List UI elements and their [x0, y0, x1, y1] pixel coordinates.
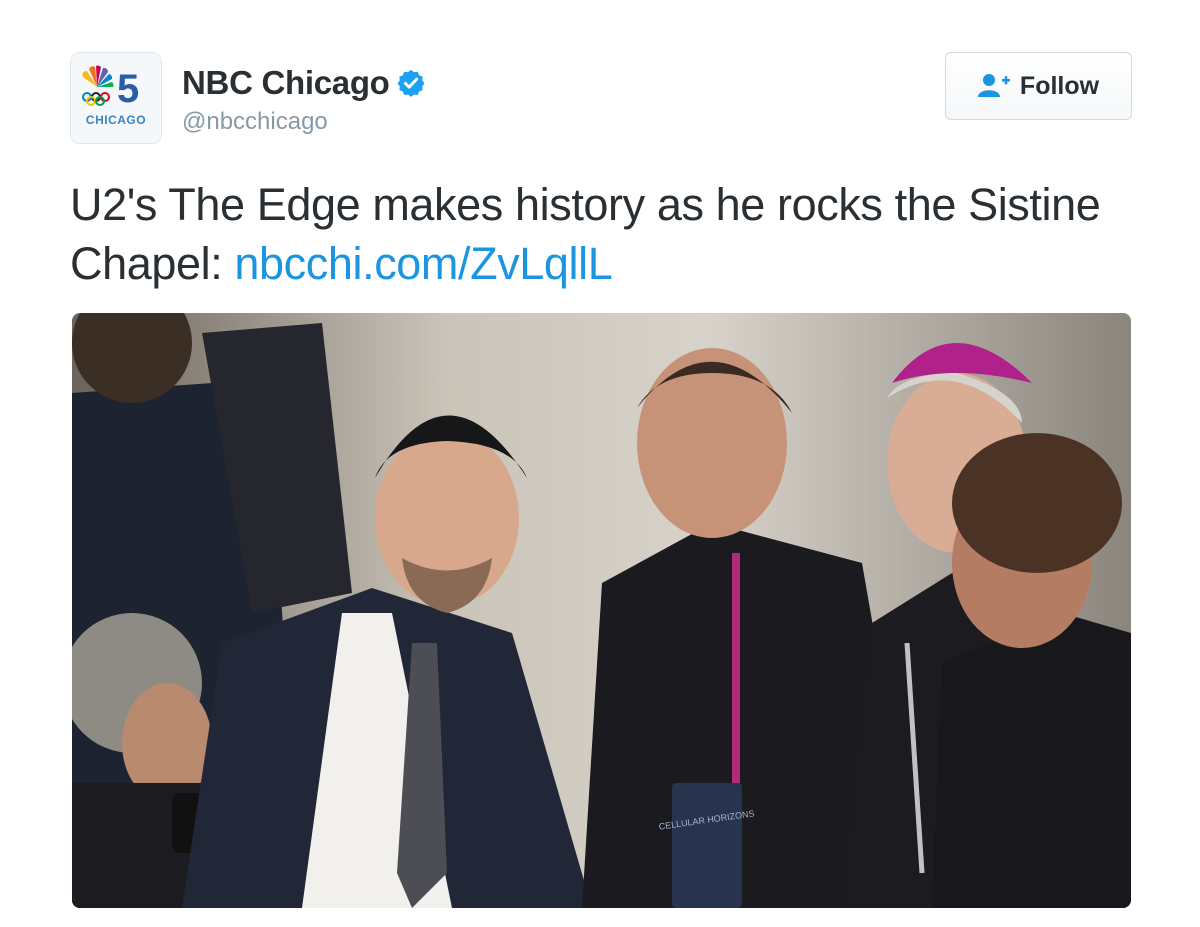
channel-number: 5 [117, 67, 140, 111]
verified-badge-icon [397, 69, 425, 97]
author-name-row[interactable]: NBC Chicago [182, 64, 426, 102]
avatar-city-label: CHICAGO [85, 113, 147, 127]
follow-button[interactable]: Follow [945, 52, 1132, 120]
follow-button-label: Follow [1019, 71, 1100, 100]
add-user-icon [977, 74, 1010, 97]
photo-illustration: CELLULAR HORIZONS [72, 313, 1131, 908]
tweet-text: U2's The Edge makes history as he rocks … [70, 175, 1130, 293]
display-name[interactable]: NBC Chicago [182, 64, 390, 102]
tweet-link[interactable]: nbcchi.com/ZvLqllL [234, 238, 612, 289]
handle[interactable]: @nbcchicago [182, 108, 328, 136]
tweet-photo[interactable]: CELLULAR HORIZONS [72, 313, 1131, 908]
avatar[interactable]: 5 CHICAGO [70, 52, 162, 144]
